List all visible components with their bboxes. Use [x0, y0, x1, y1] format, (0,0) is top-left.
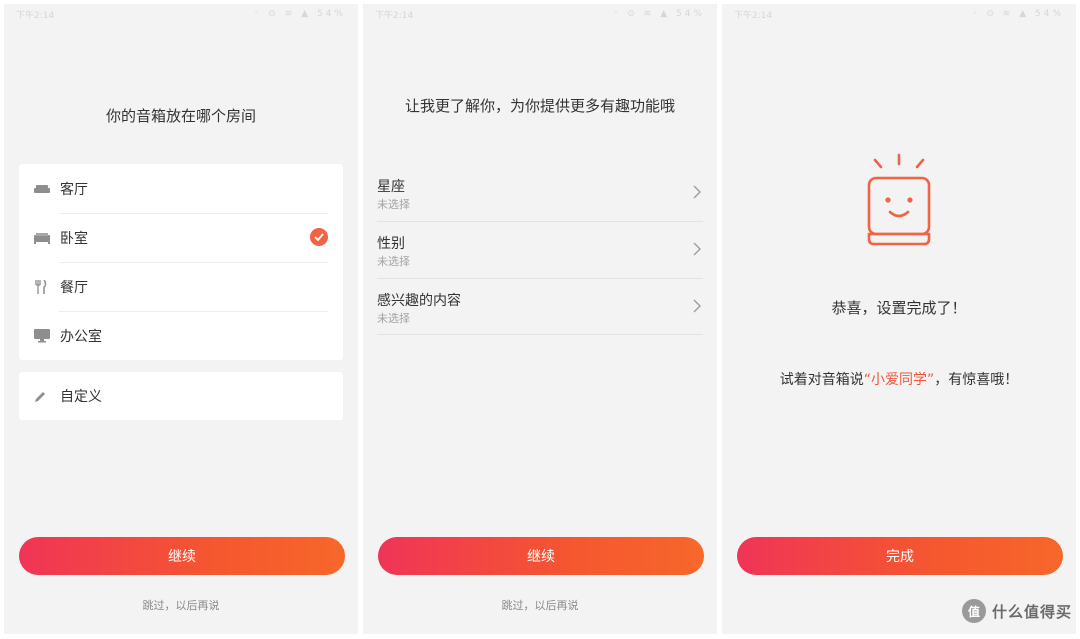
room-label: 办公室: [60, 328, 102, 345]
zodiac-label: 星座: [377, 179, 405, 195]
status-icons: ◦ ⊙ ≋ ▲ 54%: [254, 9, 346, 19]
congrats-message: 恭喜，设置完成了！: [831, 299, 967, 317]
wake-word-hint: 试着对音箱说“小爱同学”，有惊喜哦！: [722, 369, 1076, 389]
smiling-speaker-icon: [867, 153, 931, 246]
done-button[interactable]: 完成: [737, 537, 1063, 575]
room-item-office[interactable]: 办公室: [19, 311, 343, 360]
page-title: 让我更了解你，为你提供更多有趣功能哦: [404, 97, 675, 115]
custom-room-card[interactable]: 自定义: [19, 372, 343, 420]
hint-suffix: ，有惊喜哦！: [934, 372, 1019, 388]
pencil-icon: [34, 390, 60, 403]
watermark-text: 什么值得买: [991, 602, 1072, 621]
room-list: 客厅 卧室 餐厅 办公室: [19, 164, 343, 360]
gender-item[interactable]: 性别 未选择: [363, 223, 717, 279]
skip-link[interactable]: 跳过，以后再说: [4, 597, 358, 613]
status-bar: 下午2:14 ◦ ⊙ ≋ ▲ 54%: [4, 4, 358, 24]
interests-label: 感兴趣的内容: [377, 293, 461, 309]
interests-value: 未选择: [377, 312, 410, 325]
room-label: 餐厅: [60, 279, 88, 296]
hint-prefix: 试着对音箱说: [779, 372, 864, 388]
check-icon: [310, 228, 328, 246]
room-item-dining-room[interactable]: 餐厅: [19, 262, 343, 311]
zodiac-item[interactable]: 星座 未选择: [363, 166, 717, 222]
page-title: 你的音箱放在哪个房间: [105, 107, 256, 125]
status-time: 下午2:14: [375, 10, 414, 21]
room-label: 客厅: [60, 181, 88, 198]
divider: [377, 221, 703, 222]
status-bar: 下午2:14 ◦ ⊙ ≋ ▲ 54%: [363, 4, 717, 24]
setup-complete-screen: 下午2:14 ◦ ⊙ ≋ ▲ 54% 恭喜，设置完成了！ 试着对音箱说“小爱同学…: [722, 4, 1076, 634]
watermark: 值 什么值得买: [961, 599, 1072, 623]
chevron-right-icon: [693, 298, 701, 317]
chevron-right-icon: [693, 184, 701, 203]
watermark-logo: 值: [961, 599, 986, 623]
wake-word: “小爱同学”: [863, 372, 935, 388]
divider: [377, 334, 703, 335]
status-time: 下午2:14: [734, 10, 773, 21]
status-bar: 下午2:14 ◦ ⊙ ≋ ▲ 54%: [722, 4, 1076, 24]
skip-link[interactable]: 跳过，以后再说: [363, 597, 717, 613]
room-item-bedroom[interactable]: 卧室: [19, 213, 343, 262]
chevron-right-icon: [693, 241, 701, 260]
profile-screen: 下午2:14 ◦ ⊙ ≋ ▲ 54% 让我更了解你，为你提供更多有趣功能哦 星座…: [363, 4, 717, 634]
sofa-icon: [34, 183, 60, 195]
zodiac-value: 未选择: [377, 198, 410, 211]
custom-room-item[interactable]: 自定义: [19, 372, 343, 420]
room-item-living-room[interactable]: 客厅: [19, 164, 343, 213]
room-select-screen: 下午2:14 ◦ ⊙ ≋ ▲ 54% 你的音箱放在哪个房间 客厅 卧室 餐厅 办…: [4, 4, 358, 634]
custom-room-label: 自定义: [60, 389, 102, 405]
continue-button[interactable]: 继续: [378, 537, 704, 575]
gender-value: 未选择: [377, 255, 410, 268]
status-icons: ◦ ⊙ ≋ ▲ 54%: [613, 9, 705, 19]
continue-button[interactable]: 继续: [19, 537, 345, 575]
status-icons: ◦ ⊙ ≋ ▲ 54%: [972, 9, 1064, 19]
room-label: 卧室: [60, 230, 88, 247]
interests-item[interactable]: 感兴趣的内容 未选择: [363, 280, 717, 336]
gender-label: 性别: [377, 236, 405, 252]
bed-icon: [34, 232, 60, 244]
monitor-icon: [34, 328, 60, 343]
fork-knife-icon: [34, 279, 60, 294]
divider: [377, 278, 703, 279]
status-time: 下午2:14: [16, 10, 55, 21]
